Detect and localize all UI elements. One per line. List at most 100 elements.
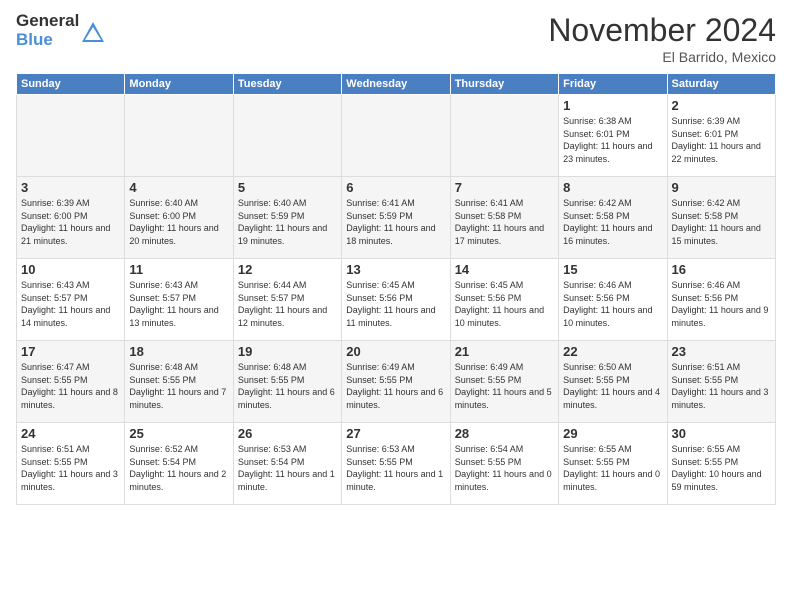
header-wednesday: Wednesday [342,74,450,95]
day-cell: 21 Sunrise: 6:49 AM Sunset: 5:55 PM Dayli… [450,341,558,423]
calendar-page: General Blue November 2024 El Barrido, M… [0,0,792,612]
day-info: Sunrise: 6:47 AM Sunset: 5:55 PM Dayligh… [21,361,120,411]
day-number: 25 [129,426,228,441]
day-info: Sunrise: 6:41 AM Sunset: 5:59 PM Dayligh… [346,197,445,247]
day-info: Sunrise: 6:39 AM Sunset: 6:01 PM Dayligh… [672,115,771,165]
day-number: 21 [455,344,554,359]
day-number: 30 [672,426,771,441]
day-cell: 3 Sunrise: 6:39 AM Sunset: 6:00 PM Daylig… [17,177,125,259]
day-number: 12 [238,262,337,277]
logo-general: General [16,12,79,31]
day-cell: 24 Sunrise: 6:51 AM Sunset: 5:55 PM Dayli… [17,423,125,505]
day-cell [17,95,125,177]
header-tuesday: Tuesday [233,74,341,95]
day-number: 13 [346,262,445,277]
day-cell: 10Sunrise: 6:43 AM Sunset: 5:57 PM Dayli… [17,259,125,341]
logo-blue: Blue [16,31,79,50]
day-number: 15 [563,262,662,277]
day-number: 17 [21,344,120,359]
day-number: 24 [21,426,120,441]
day-info: Sunrise: 6:40 AM Sunset: 5:59 PM Dayligh… [238,197,337,247]
logo-text: General Blue [16,12,79,49]
day-info: Sunrise: 6:49 AM Sunset: 5:55 PM Dayligh… [346,361,445,411]
day-cell: 6 Sunrise: 6:41 AM Sunset: 5:59 PM Daylig… [342,177,450,259]
day-number: 5 [238,180,337,195]
day-cell: 23Sunrise: 6:51 AM Sunset: 5:55 PM Dayli… [667,341,775,423]
day-number: 26 [238,426,337,441]
logo: General Blue [16,12,104,49]
day-info: Sunrise: 6:55 AM Sunset: 5:55 PM Dayligh… [672,443,771,493]
day-cell: 14 Sunrise: 6:45 AM Sunset: 5:56 PM Dayli… [450,259,558,341]
header-saturday: Saturday [667,74,775,95]
day-cell: 11Sunrise: 6:43 AM Sunset: 5:57 PM Dayli… [125,259,233,341]
day-cell: 19 Sunrise: 6:48 AM Sunset: 5:55 PM Dayli… [233,341,341,423]
day-cell: 15 Sunrise: 6:46 AM Sunset: 5:56 PM Dayli… [559,259,667,341]
header-sunday: Sunday [17,74,125,95]
day-number: 3 [21,180,120,195]
day-number: 7 [455,180,554,195]
day-cell: 12 Sunrise: 6:44 AM Sunset: 5:57 PM Dayli… [233,259,341,341]
day-cell: 22 Sunrise: 6:50 AM Sunset: 5:55 PM Dayli… [559,341,667,423]
day-info: Sunrise: 6:38 AM Sunset: 6:01 PM Dayligh… [563,115,662,165]
day-cell: 18Sunrise: 6:48 AM Sunset: 5:55 PM Dayli… [125,341,233,423]
header: General Blue November 2024 El Barrido, M… [16,12,776,65]
day-number: 2 [672,98,771,113]
day-cell: 28Sunrise: 6:54 AM Sunset: 5:55 PM Dayli… [450,423,558,505]
header-thursday: Thursday [450,74,558,95]
day-number: 20 [346,344,445,359]
month-title: November 2024 [548,12,776,49]
location: El Barrido, Mexico [548,49,776,65]
day-cell: 25Sunrise: 6:52 AM Sunset: 5:54 PM Dayli… [125,423,233,505]
day-number: 19 [238,344,337,359]
day-cell [450,95,558,177]
day-cell [125,95,233,177]
day-info: Sunrise: 6:41 AM Sunset: 5:58 PM Dayligh… [455,197,554,247]
week-row-4: 17 Sunrise: 6:47 AM Sunset: 5:55 PM Dayli… [17,341,776,423]
day-number: 27 [346,426,445,441]
day-cell: 8 Sunrise: 6:42 AM Sunset: 5:58 PM Daylig… [559,177,667,259]
day-info: Sunrise: 6:45 AM Sunset: 5:56 PM Dayligh… [346,279,445,329]
day-number: 11 [129,262,228,277]
day-number: 1 [563,98,662,113]
day-info: Sunrise: 6:50 AM Sunset: 5:55 PM Dayligh… [563,361,662,411]
day-info: Sunrise: 6:55 AM Sunset: 5:55 PM Dayligh… [563,443,662,493]
day-cell: 1 Sunrise: 6:38 AM Sunset: 6:01 PM Daylig… [559,95,667,177]
day-cell: 2 Sunrise: 6:39 AM Sunset: 6:01 PM Daylig… [667,95,775,177]
day-number: 8 [563,180,662,195]
day-number: 29 [563,426,662,441]
day-number: 6 [346,180,445,195]
day-number: 22 [563,344,662,359]
day-info: Sunrise: 6:53 AM Sunset: 5:55 PM Dayligh… [346,443,445,493]
day-info: Sunrise: 6:42 AM Sunset: 5:58 PM Dayligh… [672,197,771,247]
day-info: Sunrise: 6:42 AM Sunset: 5:58 PM Dayligh… [563,197,662,247]
day-number: 28 [455,426,554,441]
day-cell: 30 Sunrise: 6:55 AM Sunset: 5:55 PM Dayli… [667,423,775,505]
day-number: 9 [672,180,771,195]
day-cell: 7 Sunrise: 6:41 AM Sunset: 5:58 PM Daylig… [450,177,558,259]
day-info: Sunrise: 6:46 AM Sunset: 5:56 PM Dayligh… [672,279,771,329]
day-info: Sunrise: 6:48 AM Sunset: 5:55 PM Dayligh… [238,361,337,411]
day-info: Sunrise: 6:51 AM Sunset: 5:55 PM Dayligh… [21,443,120,493]
day-info: Sunrise: 6:39 AM Sunset: 6:00 PM Dayligh… [21,197,120,247]
header-friday: Friday [559,74,667,95]
day-info: Sunrise: 6:46 AM Sunset: 5:56 PM Dayligh… [563,279,662,329]
day-info: Sunrise: 6:48 AM Sunset: 5:55 PM Dayligh… [129,361,228,411]
day-info: Sunrise: 6:43 AM Sunset: 5:57 PM Dayligh… [21,279,120,329]
day-cell: 26Sunrise: 6:53 AM Sunset: 5:54 PM Dayli… [233,423,341,505]
day-info: Sunrise: 6:45 AM Sunset: 5:56 PM Dayligh… [455,279,554,329]
day-cell: 27 Sunrise: 6:53 AM Sunset: 5:55 PM Dayli… [342,423,450,505]
calendar-table: Sunday Monday Tuesday Wednesday Thursday… [16,73,776,505]
header-monday: Monday [125,74,233,95]
week-row-5: 24 Sunrise: 6:51 AM Sunset: 5:55 PM Dayli… [17,423,776,505]
day-info: Sunrise: 6:44 AM Sunset: 5:57 PM Dayligh… [238,279,337,329]
day-info: Sunrise: 6:49 AM Sunset: 5:55 PM Dayligh… [455,361,554,411]
day-number: 14 [455,262,554,277]
week-row-2: 3 Sunrise: 6:39 AM Sunset: 6:00 PM Daylig… [17,177,776,259]
title-block: November 2024 El Barrido, Mexico [548,12,776,65]
day-info: Sunrise: 6:51 AM Sunset: 5:55 PM Dayligh… [672,361,771,411]
week-row-3: 10Sunrise: 6:43 AM Sunset: 5:57 PM Dayli… [17,259,776,341]
calendar-header-row: Sunday Monday Tuesday Wednesday Thursday… [17,74,776,95]
day-cell: 29 Sunrise: 6:55 AM Sunset: 5:55 PM Dayli… [559,423,667,505]
day-number: 4 [129,180,228,195]
day-cell [233,95,341,177]
